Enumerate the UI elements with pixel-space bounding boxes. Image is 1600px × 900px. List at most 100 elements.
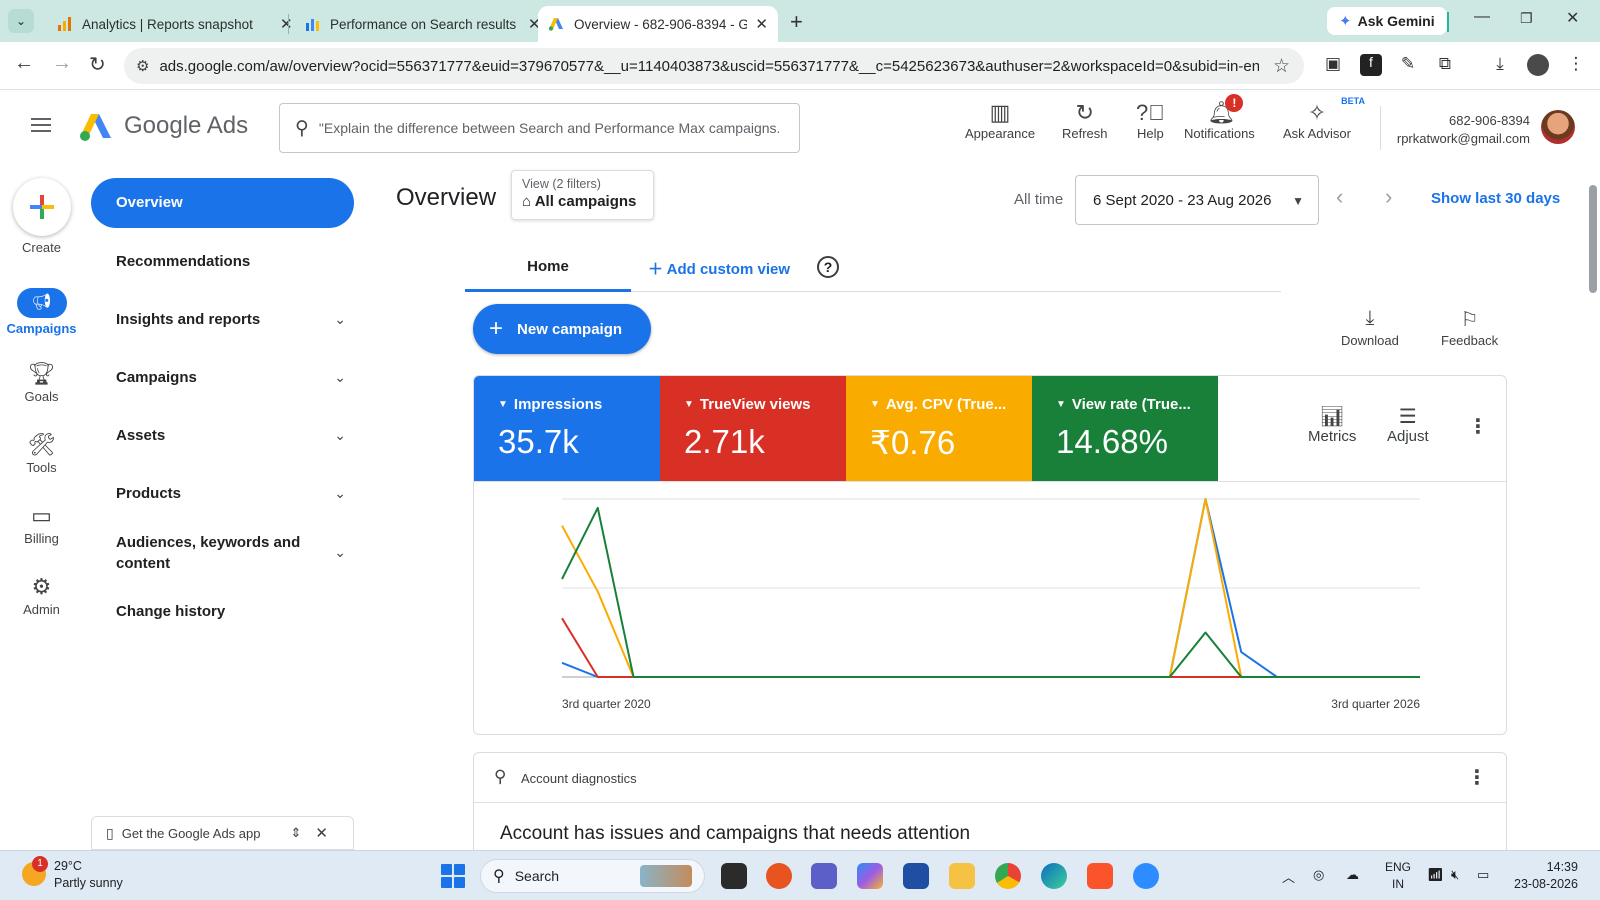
nav-overview[interactable]: Overview [91, 178, 354, 228]
search-input[interactable] [318, 120, 779, 136]
firefox-icon[interactable] [766, 863, 792, 889]
forward-icon[interactable]: → [52, 52, 72, 75]
get-app-promo[interactable]: ▯ Get the Google Ads app ⇕ ✕ [91, 816, 354, 850]
account-diagnostics-card: ⚲ Account diagnostics ⋮ Account has issu… [473, 752, 1507, 862]
tab-search-button[interactable]: ⌄ [8, 9, 34, 33]
tab-home[interactable]: Home [465, 250, 631, 292]
rail-admin[interactable]: ⚙ Admin [0, 572, 83, 617]
nav-insights-and-reports[interactable]: Insights and reports ⌄ [116, 311, 346, 328]
store-icon[interactable] [903, 863, 929, 889]
diagnostics-search-icon: ⚲ [494, 767, 507, 786]
show-last-30-days-link[interactable]: Show last 30 days [1431, 190, 1560, 207]
ask-advisor-button[interactable]: ✧ BETA Ask Advisor [1283, 96, 1365, 141]
teams-icon[interactable] [811, 863, 837, 889]
new-campaign-button[interactable]: + New campaign [473, 304, 651, 354]
tray-app-icon[interactable]: ◎ [1313, 867, 1324, 883]
menu-icon[interactable] [31, 118, 51, 132]
dropdown-arrow-icon: ▼ [498, 399, 508, 410]
back-icon[interactable]: ← [14, 52, 34, 75]
ask-gemini-button[interactable]: ✦ Ask Gemini [1327, 7, 1447, 35]
chevron-down-icon: ⌄ [334, 311, 346, 327]
site-info-icon[interactable]: ⚙ [136, 57, 149, 75]
edge-icon[interactable] [1041, 863, 1067, 889]
url-text[interactable]: ads.google.com/aw/overview?ocid=55637177… [159, 58, 1259, 75]
zoom-icon[interactable] [1133, 863, 1159, 889]
volume-muted-icon[interactable]: 🔇︎ [1451, 867, 1459, 883]
extension-font-icon[interactable]: f [1360, 54, 1382, 76]
metrics-button[interactable]: 📊︎ Metrics [1308, 404, 1356, 445]
rail-campaigns[interactable]: 📢︎ Campaigns [0, 288, 83, 336]
more-options-icon[interactable]: ⋮ [1468, 414, 1488, 439]
close-tab-icon[interactable]: ✕ [755, 15, 768, 33]
account-info[interactable]: 682-906-8394 rprkatwork@gmail.com [1390, 112, 1530, 148]
wifi-icon[interactable]: 📶︎ [1427, 867, 1444, 883]
taskbar-search[interactable]: ⚲ Search [480, 859, 705, 893]
rail-billing[interactable]: ▭ Billing [0, 501, 83, 546]
nav-assets[interactable]: Assets ⌄ [116, 427, 346, 444]
expand-collapse-icon[interactable]: ⇕ [291, 825, 302, 841]
language-indicator[interactable]: ENG IN [1385, 859, 1411, 893]
battery-icon[interactable]: ▭ [1477, 867, 1489, 883]
extensions-puzzle-icon[interactable]: ⧉ [1434, 54, 1456, 76]
url-omnibox[interactable]: ⚙ ads.google.com/aw/overview?ocid=556371… [124, 48, 1304, 84]
notifications-button[interactable]: 🔔︎! Notifications [1184, 94, 1255, 141]
appearance-button[interactable]: ▥ Appearance [965, 100, 1035, 141]
browser-tab-analytics[interactable]: Analytics | Reports snapshot ✕ [46, 6, 303, 42]
close-icon[interactable]: ✕ [315, 824, 328, 842]
chart-series-line-4[interactable] [561, 506, 1420, 678]
download-button[interactable]: ⤓ Download [1341, 307, 1399, 348]
rail-goals[interactable]: 🏆︎ Goals [0, 359, 83, 404]
rail-tools[interactable]: 🛠︎ Tools [0, 430, 83, 475]
scrollbar-thumb[interactable] [1589, 185, 1597, 293]
profile-avatar-icon[interactable] [1527, 54, 1549, 76]
brave-icon[interactable] [1087, 863, 1113, 889]
metric-avg-cpv[interactable]: ▼ Avg. CPV (True... ₹0.76 [846, 376, 1032, 481]
refresh-button[interactable]: ↻ Refresh [1062, 100, 1108, 141]
downloads-icon[interactable]: ⤓ [1489, 54, 1511, 76]
feedback-button[interactable]: ⚐ Feedback [1441, 307, 1498, 348]
help-icon[interactable]: ? [817, 256, 839, 278]
metric-impressions[interactable]: ▼ Impressions 35.7k [474, 376, 660, 481]
close-window-icon[interactable]: ✕ [1566, 8, 1579, 28]
search-box[interactable]: ⚲ [279, 103, 800, 153]
weather-widget[interactable]: 1 29°C Partly sunny [22, 856, 123, 892]
windows-start-icon[interactable] [441, 864, 465, 888]
metric-trueview-views[interactable]: ▼ TrueView views 2.71k [660, 376, 846, 481]
minimize-icon[interactable]: — [1474, 8, 1490, 26]
chart-series-line-2[interactable] [561, 617, 1420, 678]
add-custom-view-button[interactable]: ＋ Add custom view [648, 258, 790, 279]
nav-campaigns[interactable]: Campaigns ⌄ [116, 369, 346, 386]
adjust-button[interactable]: ☰ Adjust [1387, 404, 1429, 445]
reload-icon[interactable]: ↻ [89, 52, 106, 77]
bookmark-star-icon[interactable]: ☆ [1273, 55, 1290, 78]
user-avatar[interactable] [1541, 110, 1575, 144]
close-tab-icon[interactable]: ✕ [280, 15, 293, 33]
restore-icon[interactable]: ❐ [1520, 10, 1533, 27]
browser-tab-search-performance[interactable]: Performance on Search results ✕ [294, 6, 551, 42]
next-period-icon[interactable]: › [1385, 184, 1392, 210]
nav-audiences-keywords-content[interactable]: Audiences, keywords and content ⌄ [116, 532, 346, 574]
nav-products[interactable]: Products ⌄ [116, 485, 346, 502]
system-clock[interactable]: 14:39 23-08-2026 [1514, 859, 1578, 893]
file-explorer-icon[interactable] [949, 863, 975, 889]
tray-overflow-icon[interactable]: ︿ [1282, 867, 1295, 886]
new-tab-button[interactable]: + [790, 9, 803, 35]
metric-view-rate[interactable]: ▼ View rate (True... 14.68% [1032, 376, 1218, 481]
date-range-picker[interactable]: 6 Sept 2020 - 23 Aug 2026 ▼ [1075, 175, 1319, 225]
help-button[interactable]: ?⃝ Help [1136, 100, 1165, 141]
advisor-sparkle-icon: ✧ BETA [1307, 96, 1365, 125]
previous-period-icon[interactable]: ‹ [1336, 184, 1343, 210]
create-button[interactable] [13, 178, 71, 236]
nav-change-history[interactable]: Change history [116, 603, 346, 620]
more-options-icon[interactable]: ⋮ [1467, 765, 1487, 790]
onedrive-offline-icon[interactable]: ☁ [1346, 867, 1359, 883]
extension-pen-icon[interactable]: ✎ [1397, 54, 1419, 76]
extension-save-icon[interactable]: ▣ [1322, 54, 1344, 76]
browser-tab-google-ads[interactable]: Overview - 682-906-8394 - Goo ✕ [538, 6, 778, 42]
browser-menu-icon[interactable]: ⋮ [1565, 54, 1587, 76]
view-filter-selector[interactable]: View (2 filters) ⌂ All campaigns [511, 170, 654, 220]
nav-recommendations[interactable]: Recommendations [116, 253, 346, 270]
chrome-icon[interactable] [995, 863, 1021, 889]
task-view-icon[interactable] [721, 863, 747, 889]
copilot-icon[interactable] [857, 863, 883, 889]
